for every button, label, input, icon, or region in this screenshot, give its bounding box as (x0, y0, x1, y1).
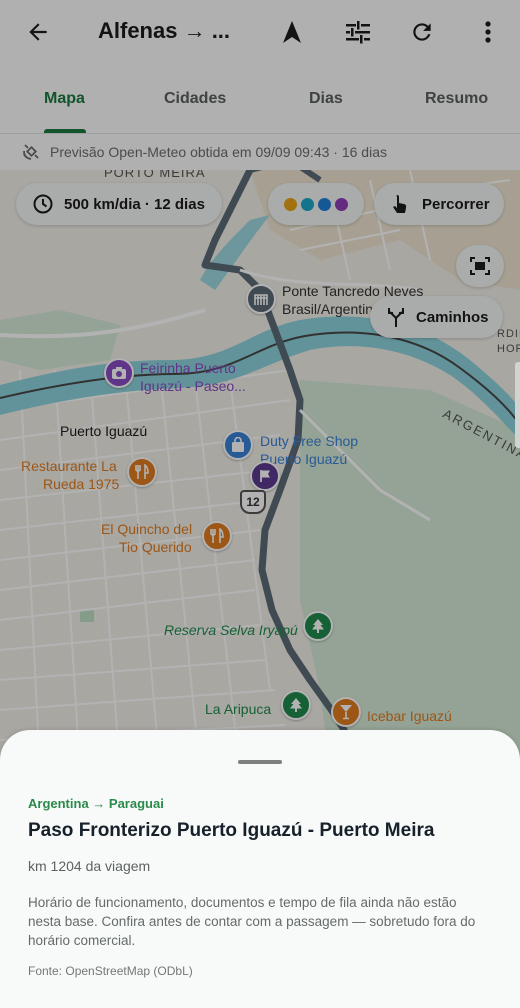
tab-dias[interactable]: Dias (309, 90, 343, 108)
feirinha-marker[interactable] (104, 358, 134, 388)
back-arrow-icon[interactable] (16, 10, 60, 54)
label-feirinha-line2: Iguazú - Paseo... (140, 378, 246, 394)
label-ponte-line2: Brasil/Argentina (282, 301, 381, 317)
label-aripuca: La Aripuca (205, 701, 272, 717)
label-feirinha-line1: Feirinha Puerto (140, 360, 236, 376)
fit-screen-icon (470, 257, 490, 275)
day-color-dot (301, 197, 314, 211)
road-shield: 12 (240, 490, 266, 514)
tree-icon (312, 619, 324, 633)
bottom-sheet: Argentina → Paraguai Paso Fronterizo Pue… (0, 730, 520, 1008)
caminhos-button[interactable]: Caminhos (370, 296, 503, 338)
tab-mapa[interactable]: Mapa (44, 90, 85, 108)
cocktail-icon (340, 705, 352, 720)
border-gate-icon (254, 294, 268, 305)
more-vert-icon[interactable] (466, 10, 510, 54)
touch-hand-icon (393, 195, 407, 213)
tree-icon (290, 698, 302, 712)
label-duty-line1: Duty Free Shop (260, 433, 359, 449)
edge-drawer-handle[interactable] (515, 362, 520, 448)
tab-cidades[interactable]: Cidades (164, 90, 226, 108)
duty-free-marker[interactable] (223, 430, 253, 460)
percorrer-label: Percorrer (422, 195, 490, 213)
flag-icon (260, 470, 270, 482)
label-quincho-line1: El Quincho del (101, 521, 193, 537)
clock-icon (33, 194, 53, 214)
forecast-status: Previsão Open-Meteo obtida em 09/09 09:4… (0, 134, 520, 170)
fit-bounds-button[interactable] (456, 245, 504, 287)
label-edge-2: HORIZ (497, 343, 520, 355)
map-view[interactable]: PORTO MEIRA Ponte Tancredo Neves Brasil/… (0, 170, 520, 770)
refresh-icon[interactable] (400, 10, 444, 54)
pace-chip[interactable]: 500 km/dia · 12 dias (16, 183, 222, 225)
border-crossing-marker[interactable] (246, 284, 276, 314)
label-reserva: Reserva Selva Iryapú (164, 622, 298, 638)
tab-resumo[interactable]: Resumo (425, 90, 488, 108)
icebar-marker[interactable] (331, 697, 361, 727)
day-color-dot (318, 197, 331, 211)
label-icebar: Icebar Iguazú (367, 708, 452, 724)
label-rueda-line2: Rueda 1975 (43, 476, 120, 492)
quincho-marker[interactable] (202, 521, 232, 551)
navigation-arrow-icon[interactable] (270, 10, 314, 54)
forecast-text: Previsão Open-Meteo obtida em 09/09 09:4… (50, 144, 387, 160)
app-bar: Alfenas → ... (0, 0, 520, 64)
camera-icon (112, 367, 126, 379)
border-route: Argentina → Paraguai (28, 796, 164, 811)
tune-sliders-icon[interactable] (336, 10, 380, 54)
data-source: Fonte: OpenStreetMap (ODbL) (28, 964, 193, 978)
day-color-dot (335, 197, 348, 211)
label-rueda-line1: Restaurante La (21, 458, 117, 474)
caminhos-label: Caminhos (416, 308, 489, 326)
rueda-marker[interactable] (127, 457, 157, 487)
active-tab-indicator (44, 129, 86, 133)
trip-km: km 1204 da viagem (28, 858, 151, 874)
label-puerto-iguazu: Puerto Iguazú (60, 423, 148, 439)
restaurant-icon (135, 464, 149, 479)
label-quincho-line2: Tio Querido (119, 539, 192, 555)
percorrer-button[interactable]: Percorrer (374, 183, 504, 225)
sheet-drag-handle[interactable] (238, 760, 282, 764)
day-color-dot (284, 197, 297, 211)
restaurant-icon (210, 528, 224, 543)
trip-title: Alfenas → ... (98, 18, 231, 43)
pace-chip-label: 500 km/dia · 12 dias (64, 195, 205, 213)
selected-point-marker[interactable] (250, 461, 280, 491)
label-porto-meira: PORTO MEIRA (104, 170, 206, 180)
day-colors-chip[interactable] (268, 183, 364, 225)
shopping-bag-icon (232, 437, 244, 452)
aripuca-marker[interactable] (281, 690, 311, 720)
place-title: Paso Fronterizo Puerto Iguazú - Puerto M… (28, 820, 435, 841)
tab-bar: Mapa Cidades Dias Resumo (0, 64, 520, 134)
fork-paths-icon (388, 308, 404, 327)
reserva-marker[interactable] (303, 611, 333, 641)
place-description: Horário de funcionamento, documentos e t… (28, 895, 476, 948)
satellite-icon (23, 144, 39, 160)
